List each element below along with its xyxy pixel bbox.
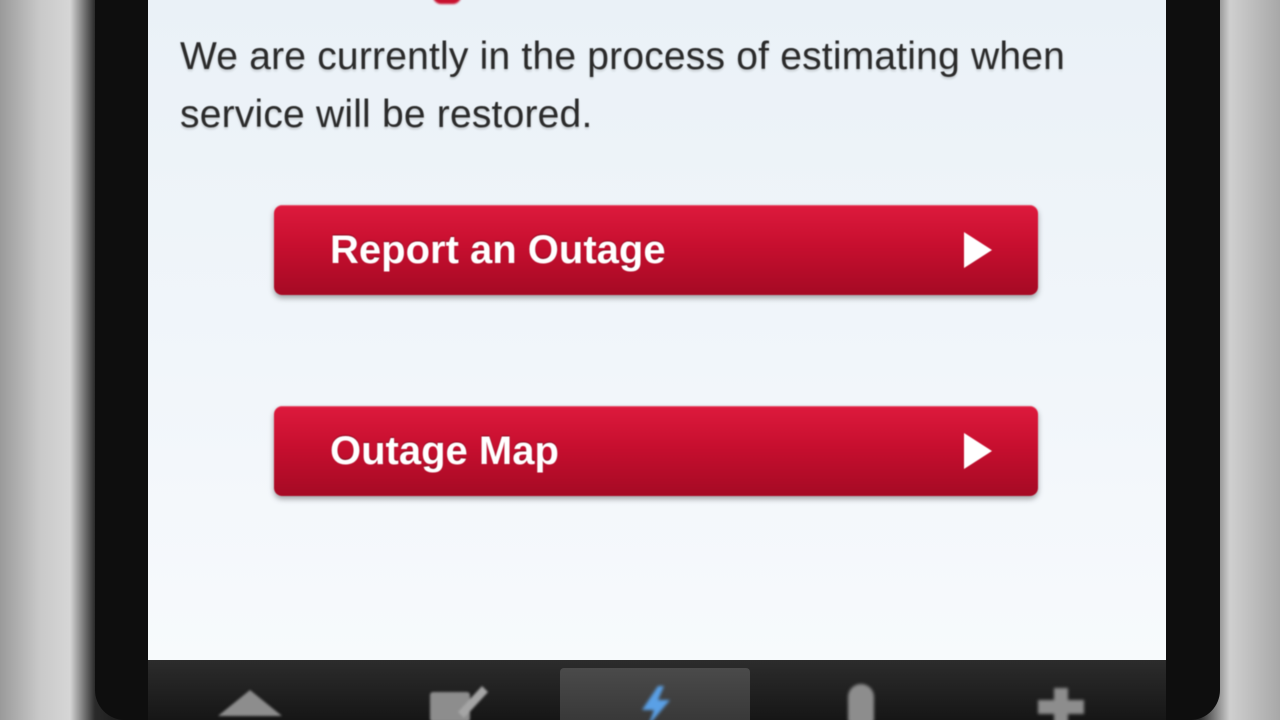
report-outage-label: Report an Outage [330, 228, 666, 272]
add-icon [1038, 688, 1084, 720]
chevron-right-icon [964, 232, 992, 268]
tab-outage[interactable] [560, 668, 750, 720]
home-icon [218, 690, 282, 716]
status-message: We are currently in the process of estim… [180, 35, 1066, 136]
outage-map-button[interactable]: Outage Map [274, 406, 1038, 496]
lightning-bolt-icon [642, 686, 670, 720]
header-accent [433, 0, 461, 4]
tab-bar [148, 660, 1166, 720]
tab-add[interactable] [972, 668, 1162, 720]
outage-map-label: Outage Map [330, 429, 559, 473]
tab-home[interactable] [148, 668, 338, 720]
location-pin-icon [848, 684, 874, 720]
app-screen: We are currently in the process of estim… [148, 0, 1166, 660]
report-outage-button[interactable]: Report an Outage [274, 205, 1038, 295]
edit-icon [430, 686, 488, 720]
chevron-right-icon [964, 433, 992, 469]
tab-edit[interactable] [354, 668, 544, 720]
tab-location[interactable] [766, 668, 956, 720]
